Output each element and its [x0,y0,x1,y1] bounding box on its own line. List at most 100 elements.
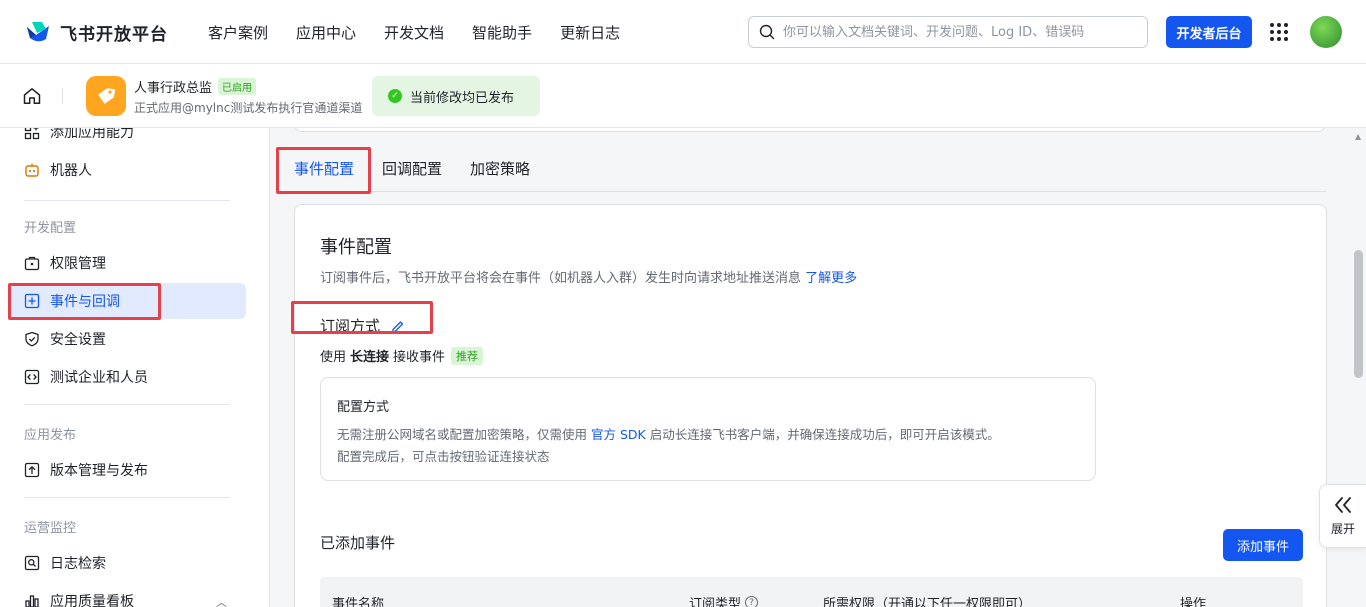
scroll-thumb[interactable] [1354,250,1363,378]
divider [24,404,230,405]
publish-status: ✓ 当前修改均已发布 [372,76,540,116]
sidebar: 添加应用能力 机器人 开发配置 权限管理 事件与回调 安全设置 测试企业和人员 … [0,128,270,607]
sidebar-item-test-users[interactable]: 测试企业和人员 [10,359,246,395]
column-header-event-name: 事件名称 [332,597,385,607]
expand-label: 展开 [1330,521,1355,536]
card-description: 订阅事件后，飞书开放平台将会在事件（如机器人入群）发生时向请求地址推送消息 了解… [320,267,857,286]
search-box[interactable] [748,16,1148,48]
mode-prefix: 使用 [320,350,347,365]
sidebar-group-release: 应用发布 [24,428,77,443]
apps-grid-icon[interactable] [1270,23,1288,41]
main-content: 事件配置 回调配置 加密策略 事件配置 订阅事件后，飞书开放平台将会在事件（如机… [270,128,1366,607]
sidebar-item-add-capability[interactable]: 添加应用能力 [10,128,246,150]
sidebar-item-label: 权限管理 [50,256,106,272]
official-sdk-link[interactable]: 官方 SDK [591,427,646,442]
sidebar-item-label: 版本管理与发布 [50,463,148,479]
subscription-method-title: 订阅方式 [320,315,406,336]
top-nav: 飞书开放平台 客户案例 应用中心 开发文档 智能助手 更新日志 开发者后台 [0,0,1366,64]
expand-panel-button[interactable]: 展开 [1319,484,1366,548]
column-header-actions: 操作 [1180,597,1207,607]
info-text: 无需注册公网域名或配置加密策略，仅需使用 [337,427,588,442]
search-icon [759,24,775,40]
config-tabs: 事件配置 回调配置 加密策略 [294,150,1326,193]
recommended-badge: 推荐 [451,346,484,365]
sidebar-item-label: 机器人 [50,163,92,179]
sidebar-item-label: 事件与回调 [50,294,120,310]
sidebar-item-events-callbacks[interactable]: 事件与回调 [10,283,246,319]
double-chevron-left-icon [1335,496,1351,513]
shield-icon [24,331,40,347]
app-header: 人事行政总监 已启用 正式应用@mylnc测试发布执行官通道渠道 ✓ 当前修改均… [0,64,1366,128]
user-avatar[interactable] [1310,16,1342,48]
nav-link-assistant[interactable]: 智能助手 [472,22,532,43]
home-icon[interactable] [22,86,42,106]
feishu-logo[interactable]: 飞书开放平台 [24,18,168,46]
sidebar-group-dev: 开发配置 [24,221,77,236]
logo-text: 飞书开放平台 [60,24,168,45]
app-subtitle: 正式应用@mylnc测试发布执行官通道渠道 [134,101,363,115]
help-icon[interactable]: ? [745,596,759,607]
publish-status-text: 当前修改均已发布 [410,90,515,106]
code-box-icon [24,369,40,385]
chevron-up-icon[interactable]: ︿ [216,594,227,607]
developer-console-button[interactable]: 开发者后台 [1166,16,1252,48]
robot-icon [24,162,40,178]
tab-encryption[interactable]: 加密策略 [470,150,530,192]
nav-link-docs[interactable]: 开发文档 [384,22,444,43]
log-search-icon [24,555,40,571]
previous-card [294,128,1326,132]
config-method-line-1: 无需注册公网域名或配置加密策略，仅需使用 官方 SDK 启动长连接飞书客户端，并… [337,424,1079,446]
subscription-mode: 使用 长连接 接收事件 推荐 [320,346,484,365]
events-table-header: 事件名称 订阅类型 ? 所需权限（开通以下任一权限即可） 操作 [320,577,1303,607]
sidebar-item-label: 测试企业和人员 [50,370,148,386]
feishu-logo-icon [27,22,49,42]
sidebar-item-log-search[interactable]: 日志检索 [10,545,246,581]
event-icon [24,293,40,309]
nav-links: 客户案例 应用中心 开发文档 智能助手 更新日志 [208,22,620,43]
scroll-up-arrow-icon[interactable]: ▲ [1355,132,1361,141]
divider [24,497,230,498]
subscription-method-label: 订阅方式 [320,317,381,335]
sidebar-item-label: 添加应用能力 [50,128,134,141]
divider [62,88,63,104]
app-name: 人事行政总监 已启用 [134,77,257,96]
nav-link-changelog[interactable]: 更新日志 [560,22,620,43]
sidebar-item-label: 应用质量看板 [50,594,134,607]
add-event-button[interactable]: 添加事件 [1223,529,1303,561]
sidebar-item-label: 安全设置 [50,332,106,348]
edit-icon[interactable] [390,318,406,334]
sidebar-item-security[interactable]: 安全设置 [10,321,246,357]
sidebar-item-label: 日志检索 [50,556,106,572]
sidebar-item-permissions[interactable]: 权限管理 [10,245,246,281]
sidebar-item-robot[interactable]: 机器人 [10,152,246,188]
lock-box-icon [24,255,40,271]
config-method-line-2: 配置完成后，可点击按钮验证连接状态 [337,449,550,464]
tag-icon [98,88,116,104]
learn-more-link[interactable]: 了解更多 [805,271,857,286]
search-input[interactable] [783,24,1143,40]
app-icon [86,76,126,116]
mode-suffix: 接收事件 [393,350,446,365]
card-title: 事件配置 [320,237,392,258]
bar-chart-icon [24,593,40,607]
added-events-title: 已添加事件 [320,534,396,552]
nav-link-cases[interactable]: 客户案例 [208,22,268,43]
config-method-title: 配置方式 [337,400,390,415]
tab-event-config[interactable]: 事件配置 [294,150,355,193]
sidebar-group-ops: 运营监控 [24,521,77,536]
column-header-permissions: 所需权限（开通以下任一权限即可） [823,597,1032,607]
status-badge: 已启用 [218,78,257,95]
card-description-text: 订阅事件后，飞书开放平台将会在事件（如机器人入群）发生时向请求地址推送消息 [320,271,802,286]
info-text: 启动长连接飞书客户端，并确保连接成功后，即可开启该模式。 [649,427,1000,442]
grid-plus-icon [24,128,40,140]
sidebar-item-quality-dashboard[interactable]: 应用质量看板 [10,583,246,607]
upload-box-icon [24,462,40,478]
mode-long-connection: 长连接 [350,350,390,365]
column-header-label: 订阅类型 [689,597,742,607]
sidebar-item-versions[interactable]: 版本管理与发布 [10,452,246,488]
app-name-text: 人事行政总监 [134,81,213,96]
config-method-box: 配置方式 无需注册公网域名或配置加密策略，仅需使用 官方 SDK 启动长连接飞书… [320,377,1096,481]
nav-link-app-center[interactable]: 应用中心 [296,22,356,43]
divider [24,200,230,201]
tab-callback-config[interactable]: 回调配置 [382,150,442,192]
